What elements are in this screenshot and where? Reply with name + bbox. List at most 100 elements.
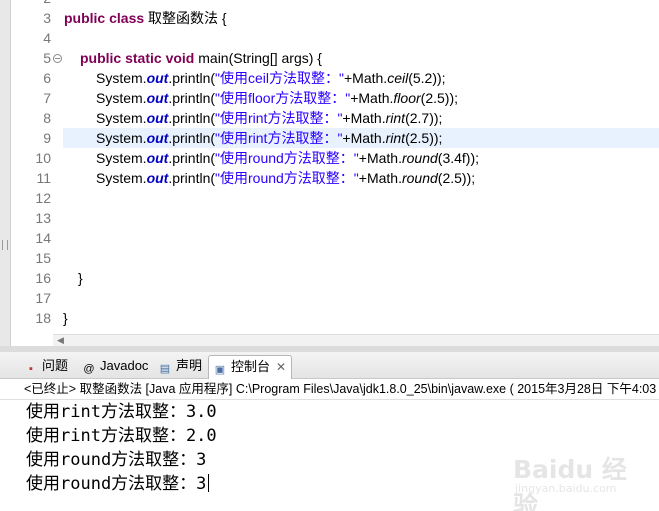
- console-icon: ▣: [214, 364, 226, 376]
- line-number: 10: [35, 150, 51, 166]
- code-string: "使用round方法取整：": [215, 150, 359, 166]
- line-number: 15: [35, 250, 51, 266]
- javadoc-icon: @: [83, 363, 95, 375]
- code-line-println[interactable]: System.out.println("使用rint方法取整："+Math.ri…: [96, 128, 442, 148]
- code-concat: +Math.: [342, 110, 386, 126]
- code-concat: +Math.: [350, 90, 394, 106]
- code-string: "使用rint方法取整：": [215, 110, 343, 126]
- code-string: "使用round方法取整：": [215, 170, 359, 186]
- tab-problems[interactable]: ▪ 问题: [20, 355, 68, 379]
- code-field: out: [146, 150, 169, 166]
- close-tab-icon[interactable]: ✕: [276, 356, 286, 378]
- code-object: System.: [96, 90, 147, 106]
- code-function: ceil: [387, 70, 409, 86]
- console-status-line: <已终止> 取整函数法 [Java 应用程序] C:\Program Files…: [0, 379, 659, 400]
- tab-javadoc[interactable]: @ Javadoc: [78, 355, 148, 379]
- code-line-println[interactable]: System.out.println("使用rint方法取整："+Math.ri…: [96, 108, 442, 128]
- text-caret: [208, 474, 210, 492]
- line-number: 14: [35, 230, 51, 246]
- line-number: 17: [35, 290, 51, 306]
- code-method: .println(: [168, 70, 216, 86]
- collapse-fold-icon[interactable]: −: [53, 54, 62, 63]
- declaration-icon: ▤: [159, 363, 171, 375]
- console-line-last: 使用round方法取整：3: [26, 472, 210, 497]
- code-field: out: [146, 110, 169, 126]
- tab-label: Javadoc: [100, 358, 149, 373]
- console-line: 使用round方法取整：3: [26, 450, 207, 470]
- code-line-class-declaration[interactable]: public class 取整函数法 {: [64, 8, 227, 28]
- code-method: .println(: [168, 110, 216, 126]
- code-method: .println(: [168, 90, 216, 106]
- line-number: 12: [35, 190, 51, 206]
- line-number: 9: [43, 130, 51, 146]
- horizontal-scrollbar[interactable]: ◀: [53, 334, 659, 346]
- tab-label: 声明: [176, 358, 203, 373]
- code-editor[interactable]: 2 3 4 5 6 7 8 9 10 11 12 13 14 15 16 17 …: [0, 0, 659, 346]
- code-args: (3.4f));: [437, 150, 480, 166]
- code-line-close-class[interactable]: }: [63, 308, 68, 328]
- code-field: out: [146, 170, 169, 186]
- ruler-marker: [2, 240, 8, 250]
- code-method-signature: main(String[] args) {: [194, 50, 322, 66]
- line-number: 6: [43, 70, 51, 86]
- bottom-panel: ▪ 问题 @ Javadoc ▤ 声明 ▣ 控制台 ✕ <已终止> 取整函数法 [Java…: [0, 352, 659, 511]
- code-field: out: [146, 130, 169, 146]
- code-function: floor: [393, 90, 421, 106]
- line-number: 13: [35, 210, 51, 226]
- console-line-text: 使用round方法取整：3: [26, 474, 207, 494]
- tab-label: 控制台: [231, 359, 271, 374]
- line-number: 4: [43, 30, 51, 46]
- code-args: (2.5));: [420, 90, 458, 106]
- code-string: "使用rint方法取整：": [215, 130, 343, 146]
- code-function: rint: [385, 130, 406, 146]
- line-number: 8: [43, 110, 51, 126]
- code-args: (2.5));: [437, 170, 476, 186]
- console-line: 使用rint方法取整：3.0: [26, 402, 217, 422]
- code-function: round: [401, 170, 438, 186]
- code-line-println[interactable]: System.out.println("使用floor方法取整："+Math.f…: [96, 88, 458, 108]
- code-line-println[interactable]: System.out.println("使用round方法取整："+Math.r…: [96, 168, 475, 188]
- baidu-watermark-logo: Baidu 经验 jingyan.baidu.com: [505, 448, 645, 511]
- code-line-main-method[interactable]: public static void main(String[] args) {: [80, 48, 322, 68]
- code-line-println[interactable]: System.out.println("使用round方法取整："+Math.r…: [96, 148, 479, 168]
- code-args: (5.2));: [408, 70, 446, 86]
- code-args: (2.5));: [405, 130, 443, 146]
- code-keyword: public static void: [80, 50, 195, 66]
- code-object: System.: [96, 170, 147, 186]
- overview-ruler-left: [0, 0, 11, 346]
- line-number: 2: [15, 0, 51, 8]
- code-line-close-method[interactable]: }: [78, 268, 83, 288]
- code-class-name: 取整函数法 {: [144, 10, 227, 26]
- code-field: out: [146, 70, 169, 86]
- code-string: "使用floor方法取整：": [215, 90, 351, 106]
- line-number-gutter: 2 3 4 5 6 7 8 9 10 11 12 13 14 15 16 17 …: [11, 0, 62, 346]
- code-field: out: [146, 90, 169, 106]
- line-number: 11: [36, 170, 51, 186]
- code-function: rint: [385, 110, 406, 126]
- code-keyword: public class: [64, 10, 145, 26]
- tab-console[interactable]: ▣ 控制台 ✕: [208, 355, 292, 379]
- console-line: 使用rint方法取整：2.0: [26, 426, 217, 446]
- code-line-println[interactable]: System.out.println("使用ceil方法取整："+Math.ce…: [96, 68, 446, 88]
- line-number: 5: [43, 50, 51, 66]
- code-object: System.: [96, 70, 147, 86]
- code-method: .println(: [168, 150, 216, 166]
- watermark-subtext: jingyan.baidu.com: [515, 482, 617, 495]
- code-concat: +Math.: [358, 170, 402, 186]
- code-concat: +Math.: [358, 150, 402, 166]
- line-number: 7: [43, 90, 51, 106]
- code-object: System.: [96, 150, 147, 166]
- tab-label: 问题: [42, 358, 69, 373]
- tab-declaration[interactable]: ▤ 声明: [154, 355, 202, 379]
- line-number: 3: [43, 10, 51, 26]
- watermark-text: Baidu 经验: [513, 455, 627, 511]
- panel-tab-bar: ▪ 问题 @ Javadoc ▤ 声明 ▣ 控制台 ✕: [0, 352, 659, 379]
- problems-icon: ▪: [29, 363, 33, 375]
- code-method: .println(: [168, 130, 216, 146]
- code-method: .println(: [168, 170, 216, 186]
- line-number: 18: [35, 310, 51, 326]
- scroll-left-arrow-icon[interactable]: ◀: [57, 336, 64, 346]
- code-string: "使用ceil方法取整：": [215, 70, 344, 86]
- line-number: 16: [35, 270, 51, 286]
- code-object: System.: [96, 130, 147, 146]
